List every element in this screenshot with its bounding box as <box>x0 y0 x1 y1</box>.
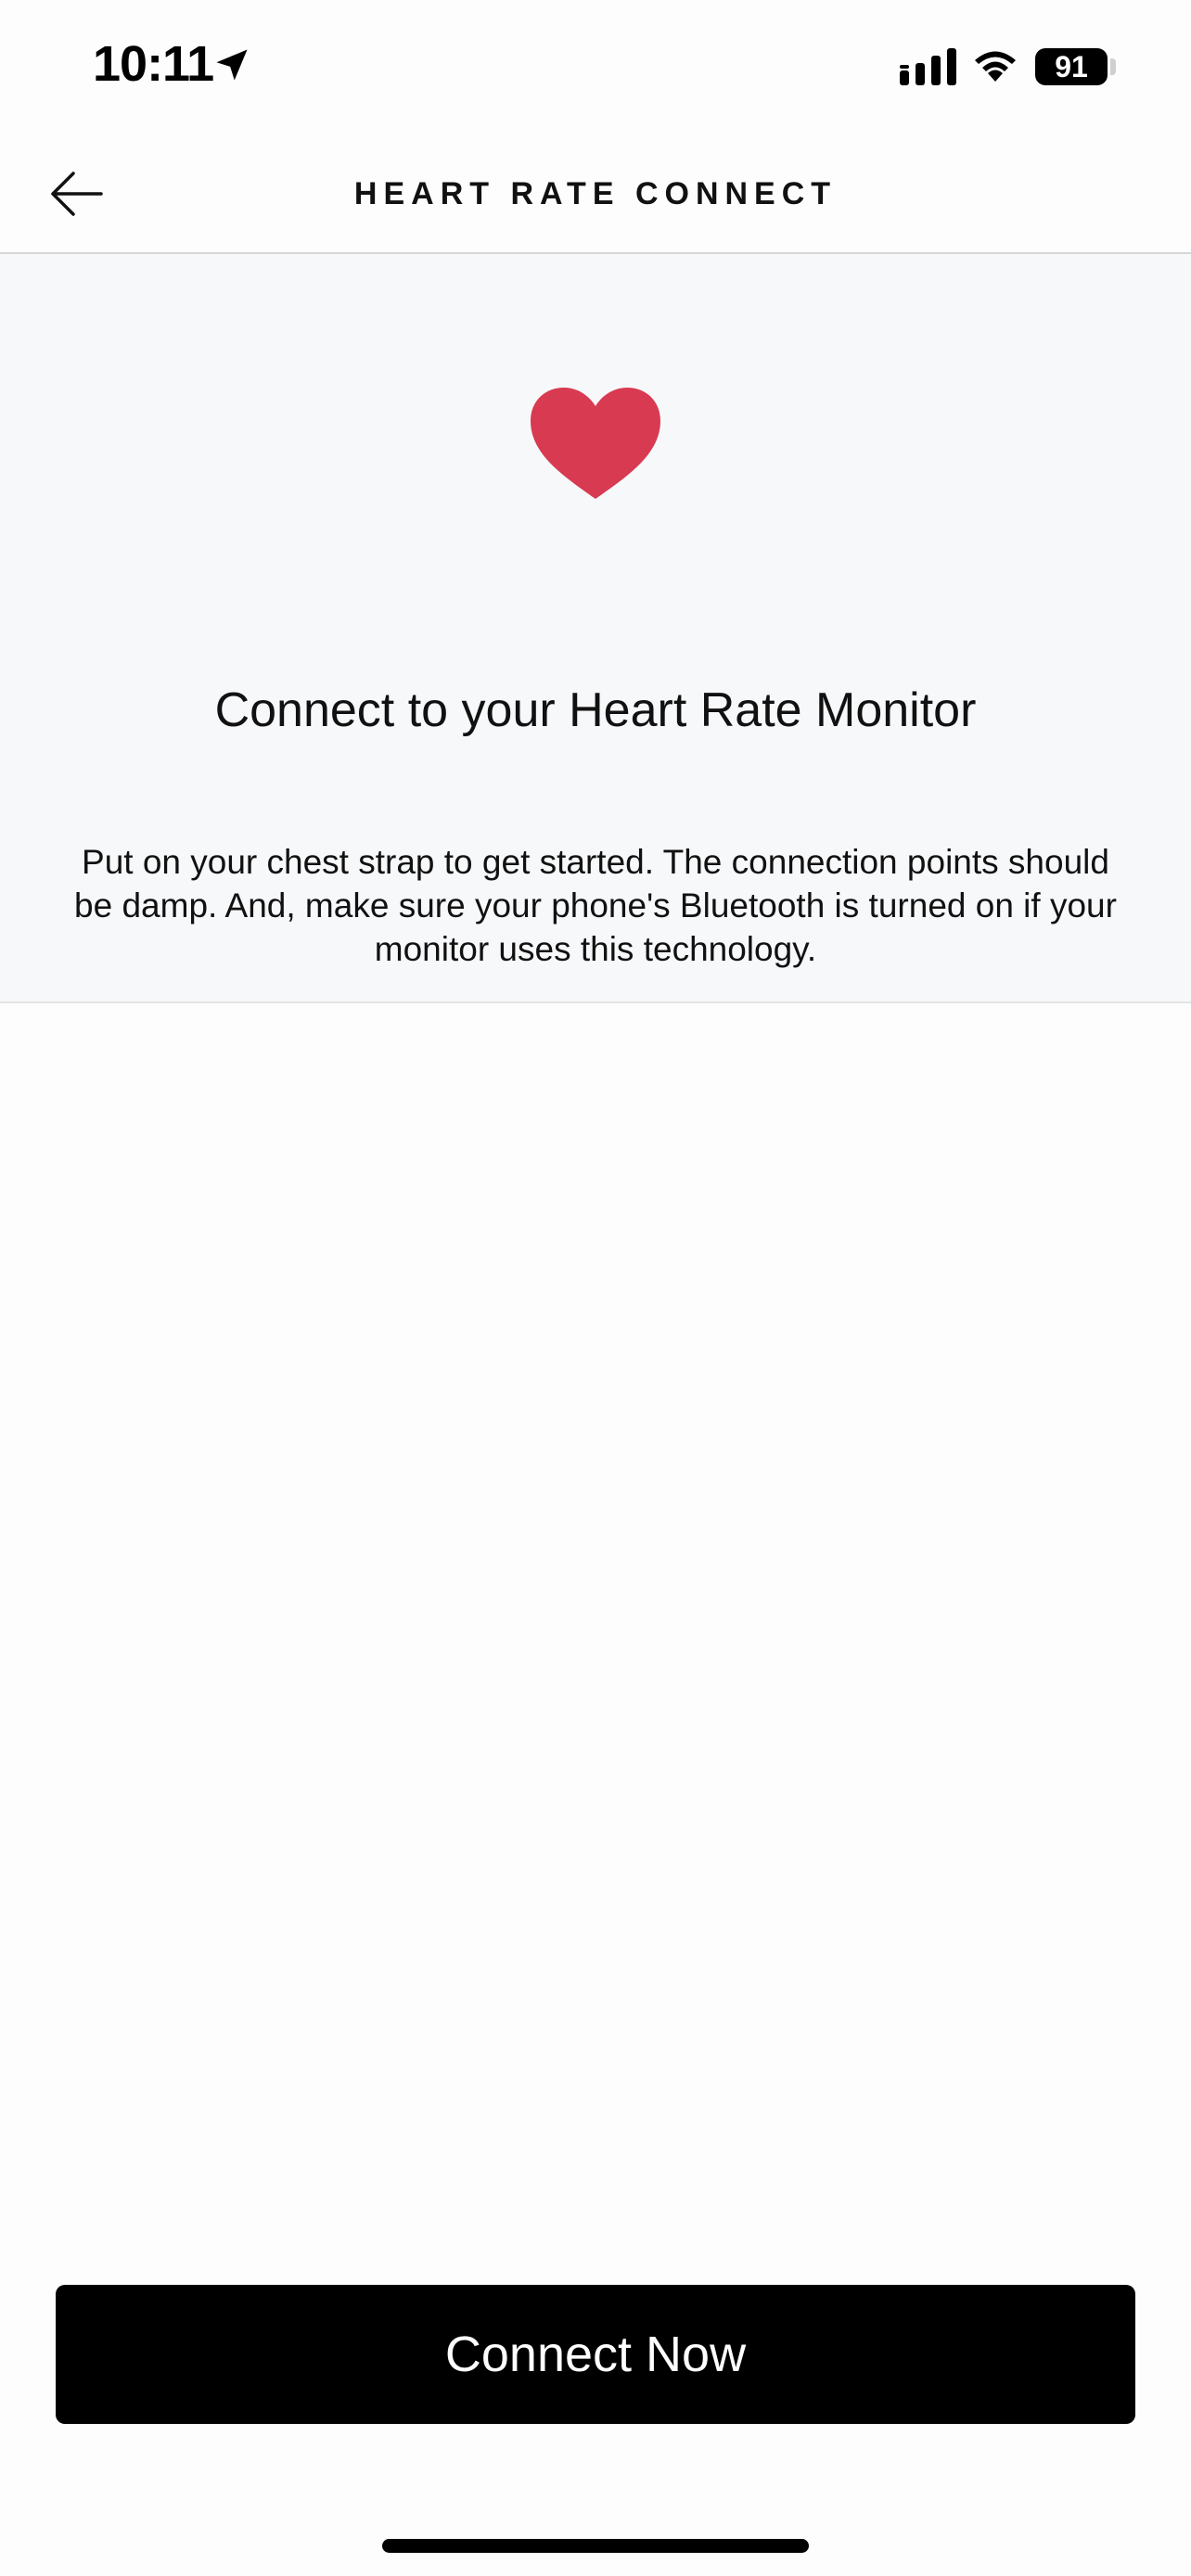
connect-now-button[interactable]: Connect Now <box>56 2285 1135 2424</box>
info-description: Put on your chest strap to get started. … <box>74 843 1117 968</box>
status-time: 10:11 <box>93 36 214 92</box>
battery-cap <box>1110 58 1116 75</box>
home-indicator[interactable] <box>382 2539 809 2553</box>
info-title: Connect to your Heart Rate Monitor <box>214 683 977 737</box>
location-arrow-icon <box>216 49 248 81</box>
cellular-signal-icon <box>900 48 956 85</box>
nav-bar: HEART RATE CONNECT <box>0 134 1191 254</box>
info-section: Connect to your Heart Rate Monitor Put o… <box>0 254 1191 1003</box>
heart-icon <box>531 388 660 499</box>
status-bar: 10:11 91 <box>0 0 1191 134</box>
page-title: HEART RATE CONNECT <box>353 176 838 211</box>
battery-icon: 91 <box>1035 48 1108 85</box>
wifi-icon <box>975 51 1016 82</box>
